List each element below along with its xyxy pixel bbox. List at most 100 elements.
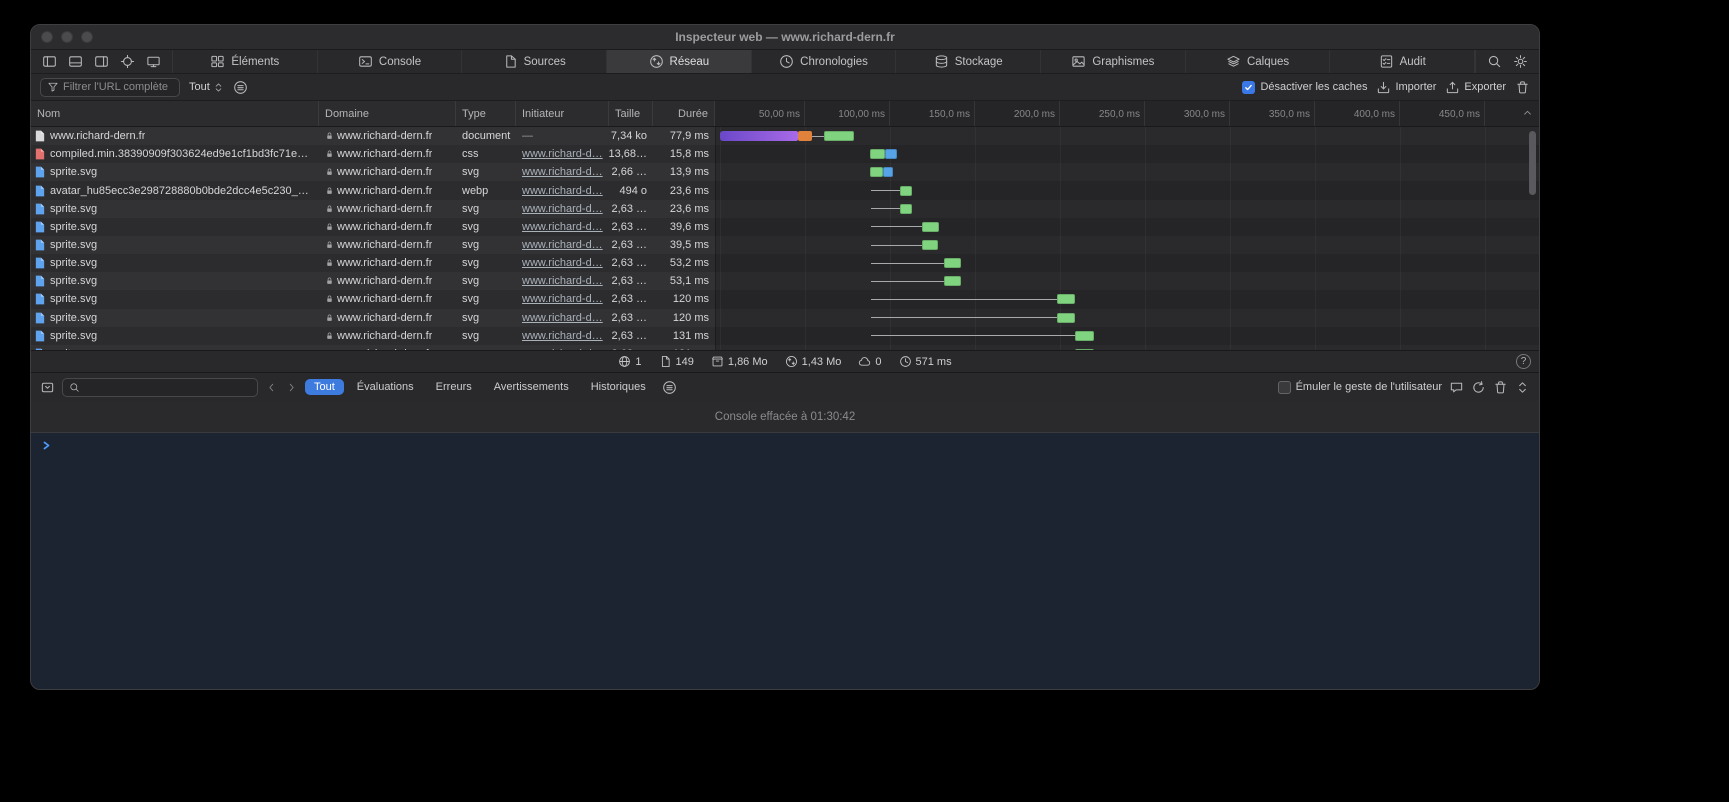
- tab-label: Sources: [524, 56, 566, 68]
- cell-duration: 39,5 ms: [653, 236, 715, 254]
- waterfall-options-icon[interactable]: [233, 80, 248, 95]
- clear-network-items-icon[interactable]: [1515, 80, 1530, 95]
- tab-elements[interactable]: Éléments: [173, 50, 318, 73]
- console-filter-avertissements[interactable]: Avertissements: [485, 379, 578, 395]
- console-messages-icon[interactable]: [1449, 380, 1464, 395]
- export-button[interactable]: Exporter: [1445, 80, 1506, 95]
- cell-name: sprite.svg: [31, 218, 319, 236]
- cell-initiator: www.richard-d…: [516, 290, 609, 308]
- initiator-link[interactable]: www.richard-d…: [522, 166, 603, 178]
- console-prompt[interactable]: [31, 433, 1539, 689]
- element-picker-icon[interactable]: [120, 54, 135, 69]
- status-value: 1: [635, 356, 641, 368]
- initiator-link[interactable]: www.richard-d…: [522, 239, 603, 251]
- console-search-field[interactable]: [62, 378, 258, 397]
- cell-size: 494 o: [609, 181, 653, 199]
- bottom-drawer-icon[interactable]: [68, 54, 83, 69]
- column-header-type[interactable]: Type: [456, 101, 516, 126]
- cell-type: svg: [456, 163, 516, 181]
- table-header: Nom Domaine Type Initiateur Taille Durée…: [31, 101, 1539, 127]
- console-scope-icon[interactable]: [40, 380, 55, 395]
- url-filter-field[interactable]: [40, 78, 180, 97]
- tab-audit[interactable]: Audit: [1330, 50, 1475, 73]
- table-row[interactable]: sprite.svgwww.richard-dern.frsvgwww.rich…: [31, 309, 1539, 327]
- column-header-initiateur[interactable]: Initiateur: [516, 101, 609, 126]
- network-filter-bar: Tout Désactiver les caches Importer Expo…: [31, 74, 1539, 101]
- network-table: Nom Domaine Type Initiateur Taille Durée…: [31, 101, 1539, 350]
- initiator-link[interactable]: www.richard-d…: [522, 185, 603, 197]
- zoom-button[interactable]: [81, 31, 93, 43]
- table-row[interactable]: sprite.svgwww.richard-dern.frsvgwww.rich…: [31, 218, 1539, 236]
- scrollbar-thumb[interactable]: [1529, 131, 1536, 195]
- reload-icon[interactable]: [1471, 380, 1486, 395]
- column-header-taille[interactable]: Taille: [609, 101, 653, 126]
- table-row[interactable]: sprite.svgwww.richard-dern.frsvgwww.rich…: [31, 200, 1539, 218]
- emulate-user-gesture-checkbox[interactable]: Émuler le geste de l'utilisateur: [1278, 381, 1442, 394]
- table-row[interactable]: www.richard-dern.frwww.richard-dern.frdo…: [31, 127, 1539, 145]
- device-icon[interactable]: [146, 54, 161, 69]
- console-filter-erreurs[interactable]: Erreurs: [427, 379, 481, 395]
- table-row[interactable]: avatar_hu85ecc3e298728880b0bde2dcc4e5c23…: [31, 181, 1539, 199]
- previous-result-icon[interactable]: [265, 381, 278, 394]
- right-sidebar-icon[interactable]: [94, 54, 109, 69]
- left-sidebar-icon[interactable]: [42, 54, 57, 69]
- console-search-input[interactable]: [84, 381, 251, 393]
- initiator-link[interactable]: www.richard-d…: [522, 257, 603, 269]
- tab-graphismes[interactable]: Graphismes: [1041, 50, 1186, 73]
- resize-console-icon[interactable]: [1515, 380, 1530, 395]
- clear-console-icon[interactable]: [1493, 380, 1508, 395]
- initiator-link[interactable]: www.richard-d…: [522, 330, 603, 342]
- svg-file-icon: [35, 221, 45, 233]
- column-header-domaine[interactable]: Domaine: [319, 101, 456, 126]
- initiator-link[interactable]: www.richard-d…: [522, 148, 603, 160]
- console-filter-tout[interactable]: Tout: [305, 379, 344, 395]
- waterfall-wait-line: [871, 226, 922, 227]
- cell-type: svg: [456, 200, 516, 218]
- initiator-link[interactable]: www.richard-d…: [522, 312, 603, 324]
- console-filter-evaluations[interactable]: Évaluations: [348, 379, 423, 395]
- next-result-icon[interactable]: [285, 381, 298, 394]
- tab-sources[interactable]: Sources: [462, 50, 607, 73]
- sources-icon: [503, 54, 518, 69]
- network-table-body: www.richard-dern.frwww.richard-dern.frdo…: [31, 127, 1539, 350]
- table-row[interactable]: sprite.svgwww.richard-dern.frsvgwww.rich…: [31, 290, 1539, 308]
- console-filter-historiques[interactable]: Historiques: [582, 379, 655, 395]
- cell-size: 2,66 …: [609, 163, 653, 181]
- table-row[interactable]: sprite.svgwww.richard-dern.frsvgwww.rich…: [31, 254, 1539, 272]
- prompt-chevron-icon: [41, 440, 52, 451]
- search-icon[interactable]: [1487, 54, 1502, 69]
- column-header-duree[interactable]: Durée: [653, 101, 715, 126]
- table-row[interactable]: compiled.min.38390909f303624ed9e1cf1bd3f…: [31, 145, 1539, 163]
- initiator-link[interactable]: www.richard-d…: [522, 221, 603, 233]
- console-options-icon[interactable]: [662, 380, 677, 395]
- chevron-up-icon[interactable]: [1521, 106, 1534, 119]
- tab-chronologies[interactable]: Chronologies: [752, 50, 897, 73]
- window-title: Inspecteur web — www.richard-dern.fr: [31, 30, 1539, 44]
- table-row[interactable]: sprite.svgwww.richard-dern.frsvgwww.rich…: [31, 327, 1539, 345]
- table-row[interactable]: sprite.svgwww.richard-dern.frsvgwww.rich…: [31, 236, 1539, 254]
- emulate-user-gesture-label: Émuler le geste de l'utilisateur: [1296, 381, 1442, 393]
- disable-caches-checkbox[interactable]: Désactiver les caches: [1242, 81, 1367, 94]
- tab-reseau[interactable]: Réseau: [607, 50, 752, 73]
- table-row[interactable]: sprite.svgwww.richard-dern.frsvgwww.rich…: [31, 272, 1539, 290]
- column-header-nom[interactable]: Nom: [31, 101, 319, 126]
- tab-label: Console: [379, 56, 421, 68]
- gear-icon[interactable]: [1513, 54, 1528, 69]
- initiator-link[interactable]: www.richard-d…: [522, 293, 603, 305]
- tab-console[interactable]: Console: [318, 50, 463, 73]
- tab-calques[interactable]: Calques: [1186, 50, 1331, 73]
- table-row[interactable]: sprite.svgwww.richard-dern.frsvgwww.rich…: [31, 163, 1539, 181]
- minimize-button[interactable]: [61, 31, 73, 43]
- funnel-icon: [47, 81, 59, 93]
- initiator-link[interactable]: www.richard-d…: [522, 203, 603, 215]
- initiator-link[interactable]: www.richard-d…: [522, 275, 603, 287]
- waterfall-green-bar: [1057, 313, 1076, 323]
- cell-initiator: www.richard-d…: [516, 218, 609, 236]
- url-filter-input[interactable]: [63, 81, 173, 93]
- import-button[interactable]: Importer: [1376, 80, 1436, 95]
- help-button[interactable]: ?: [1516, 354, 1531, 369]
- close-button[interactable]: [41, 31, 53, 43]
- tab-stockage[interactable]: Stockage: [896, 50, 1041, 73]
- resource-type-select[interactable]: Tout: [189, 81, 224, 93]
- lock-icon: [325, 186, 334, 196]
